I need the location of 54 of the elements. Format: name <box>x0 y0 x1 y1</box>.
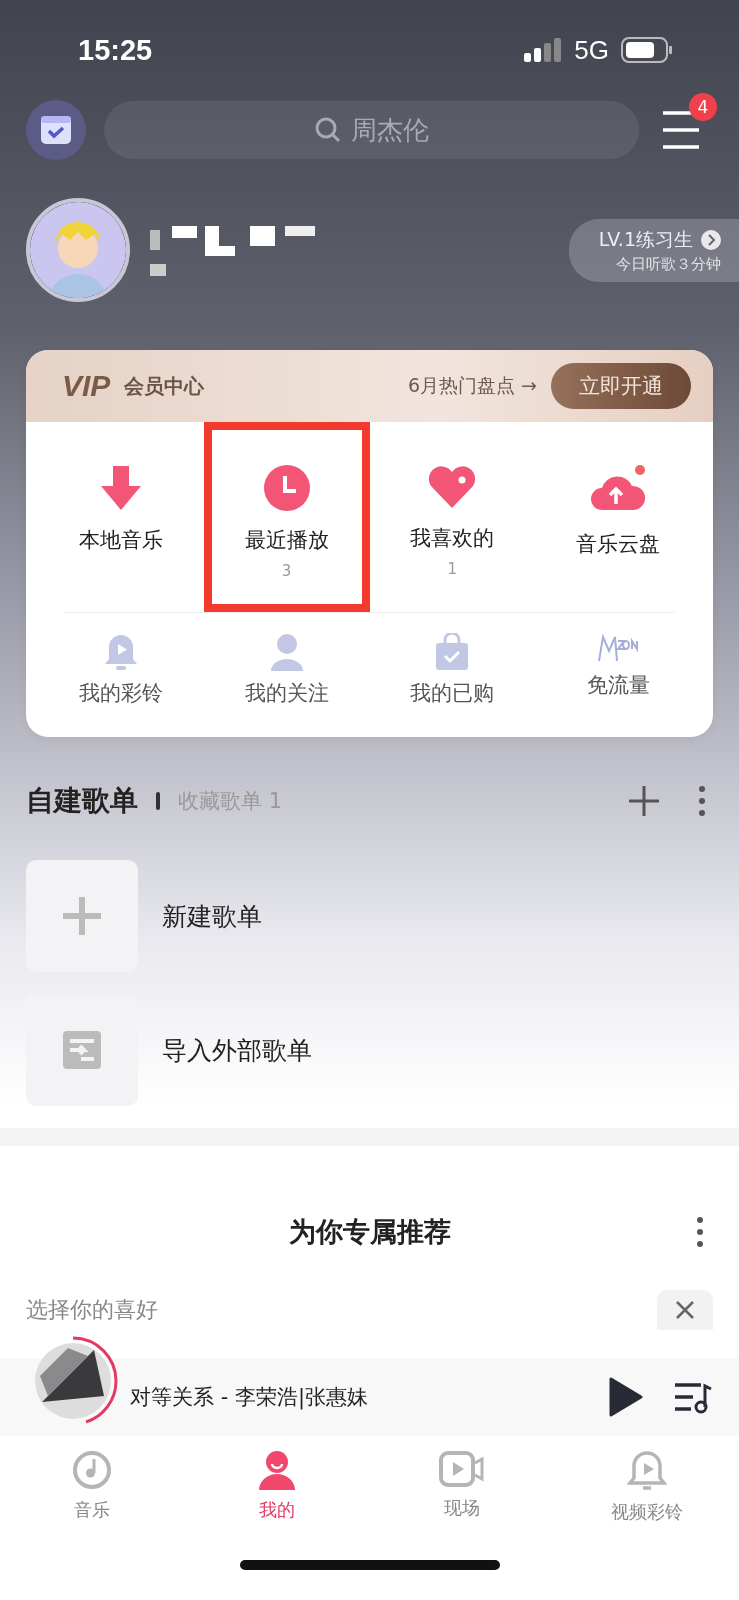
mini-player[interactable]: 对等关系 - 李荣浩|张惠妹 <box>0 1358 739 1436</box>
play-icon <box>609 1377 643 1417</box>
play-button[interactable] <box>609 1377 643 1417</box>
battery-icon <box>621 37 673 63</box>
promo-link[interactable]: 6月热门盘点 → <box>407 373 537 399</box>
shortcut-item[interactable]: 免流量 <box>535 613 701 737</box>
signal-icon <box>524 38 563 62</box>
search-placeholder: 周杰伦 <box>350 113 429 147</box>
shortcut-item[interactable]: 音乐云盘 <box>535 422 701 612</box>
add-icon[interactable] <box>629 786 659 816</box>
person-icon <box>268 633 305 671</box>
notification-badge: 4 <box>689 93 717 121</box>
mzone-logo-icon <box>596 633 641 663</box>
calendar-check-icon[interactable] <box>26 100 86 160</box>
subscribe-button[interactable]: 立即开通 <box>551 363 691 409</box>
listen-time: 今日听歌３分钟 <box>616 254 721 274</box>
more-icon[interactable] <box>699 786 705 816</box>
search-icon <box>314 117 341 143</box>
shortcut-item[interactable]: 我喜欢的 1 <box>369 422 536 612</box>
status-time: 15:25 <box>78 33 153 67</box>
tab-bar-item[interactable]: 现场 <box>369 1436 555 1556</box>
shortcut-item[interactable]: 最近播放 3 <box>203 422 370 612</box>
tab-bar-item[interactable]: 我的 <box>184 1436 370 1556</box>
tab-bar-item[interactable]: 视频彩铃 <box>554 1436 739 1556</box>
clock-icon <box>262 464 311 512</box>
plus-icon <box>61 895 103 937</box>
import-icon <box>61 1029 103 1071</box>
playlist-tab[interactable]: 自建歌单 <box>26 782 138 820</box>
network-type: 5G <box>574 34 609 66</box>
playlist-icon <box>673 1380 713 1414</box>
track-title: 对等关系 - 李荣浩|张惠妹 <box>130 1384 368 1411</box>
chevron-right-icon <box>701 229 721 250</box>
vip-banner[interactable]: VIP 会员中心 6月热门盘点 → 立即开通 <box>26 350 713 422</box>
playlist-row[interactable]: 导入外部歌单 <box>26 994 713 1106</box>
person-icon[interactable] <box>257 1450 298 1490</box>
bell-icon <box>103 633 138 671</box>
tab-bar-item[interactable]: 音乐 <box>0 1436 185 1556</box>
vip-title: 会员中心 <box>124 372 205 400</box>
more-icon[interactable] <box>697 1217 703 1247</box>
close-button[interactable] <box>657 1290 713 1330</box>
shortcut-item[interactable]: 我的彩铃 <box>38 613 204 737</box>
playlist-row[interactable]: 新建歌单 <box>26 860 713 972</box>
level-label[interactable]: LV.1练习生 <box>598 226 721 253</box>
close-icon <box>675 1300 695 1320</box>
shortcut-item[interactable]: 本地音乐 <box>38 422 204 612</box>
heart-icon <box>427 464 478 510</box>
shortcut-item[interactable]: 我的已购 <box>369 613 536 737</box>
shortcut-item[interactable]: 我的关注 <box>203 613 370 737</box>
avatar[interactable] <box>26 198 130 302</box>
vip-logo: VIP <box>62 369 111 403</box>
preference-prompt[interactable]: 选择你的喜好 <box>26 1295 158 1325</box>
playlist-button[interactable] <box>673 1380 713 1414</box>
section-title: 为你专属推荐 <box>288 1215 451 1249</box>
shopping-bag-icon <box>434 633 471 671</box>
